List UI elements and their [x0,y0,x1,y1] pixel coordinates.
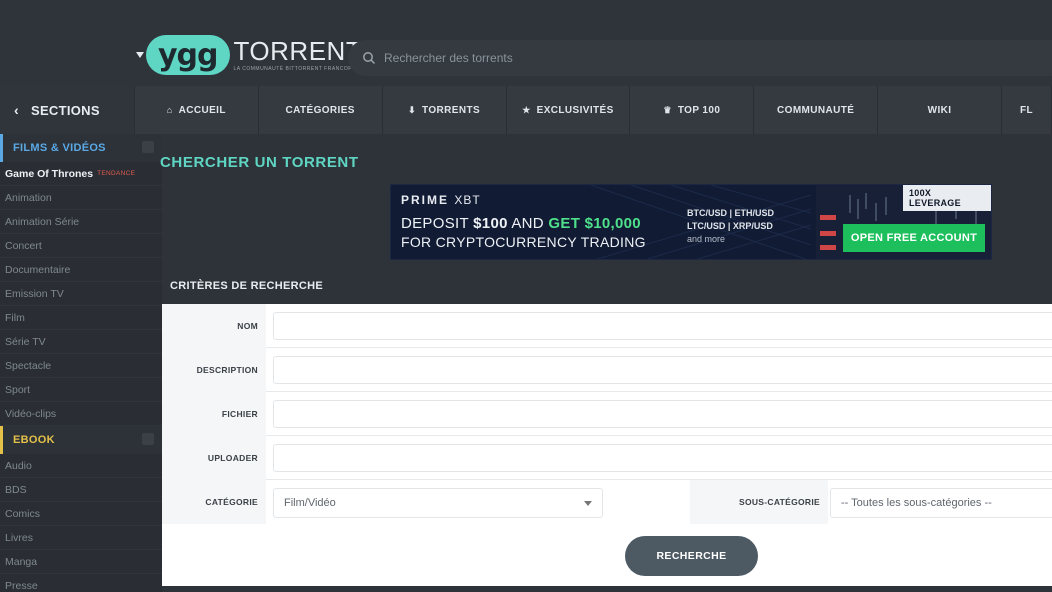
ad-brand: PRIME XBT [401,193,481,207]
nav-wiki[interactable]: WIKI [878,86,1003,134]
sidebar-item[interactable]: Audio [0,454,162,478]
sidebar-item[interactable]: Manga [0,550,162,574]
ad-leverage-badge: 100X LEVERAGE [903,185,991,211]
sidebar-item[interactable]: Comics [0,502,162,526]
header: ygg TORRENT LA COMMUNAUTÉ BITTORRENT FRA… [0,0,1052,86]
file-input[interactable] [273,400,1052,428]
logo-triangle-icon [136,52,144,58]
sections-toggle[interactable]: ‹ SECTIONS [0,86,135,134]
collapse-icon[interactable] [142,433,154,445]
sections-label: SECTIONS [30,102,100,118]
sidebar-item[interactable]: Emission TV [0,282,162,306]
star-icon: ★ [522,104,531,115]
ad-subline: FOR CRYPTOCURRENCY TRADING [401,234,646,250]
description-input[interactable] [273,356,1052,384]
page-title: CHERCHER UN TORRENT [160,154,359,171]
search-icon [363,52,376,65]
file-label: FICHIER [162,392,266,436]
logo-tagline: LA COMMUNAUTÉ BITTORRENT FRANCOPHONE [233,66,369,72]
subcategory-select[interactable]: -- Toutes les sous-catégories -- [830,488,1052,518]
sidebar-item[interactable]: Spectacle [0,354,162,378]
ad-pairs: BTC/USD | ETH/USD LTC/USD | XRP/USD and … [687,208,775,244]
ad-open-account-button[interactable]: OPEN FREE ACCOUNT [843,224,985,252]
sidebar-item[interactable]: Animation Série [0,210,162,234]
logo-mark: ygg [146,35,230,75]
form-row-file: FICHIER [162,392,1052,436]
sidebar-item[interactable]: Livres [0,526,162,550]
search-bar[interactable] [348,40,1052,76]
subcategory-label: SOUS-CATÉGORIE [690,480,828,524]
nav-torrents[interactable]: ⬇ TORRENTS [383,86,507,134]
description-label: DESCRIPTION [162,348,266,392]
sidebar-item[interactable]: Presse [0,574,162,592]
form-row-category: CATÉGORIE Film/Vidéo SOUS-CATÉGORIE -- T… [162,480,1052,524]
search-input[interactable] [384,51,984,65]
category-films-videos[interactable]: FILMS & VIDÉOS [0,134,162,162]
chevron-down-icon [584,501,592,506]
sidebar-item[interactable]: Concert [0,234,162,258]
site-logo[interactable]: ygg TORRENT LA COMMUNAUTÉ BITTORRENT FRA… [136,34,369,76]
nav-accueil[interactable]: ⌂ ACCUEIL [135,86,259,134]
nav-exclusivites[interactable]: ★ EXCLUSIVITÉS [507,86,631,134]
uploader-label: UPLOADER [162,436,266,480]
search-criteria-title: CRITÈRES DE RECHERCHE [170,280,323,292]
ad-headline: DEPOSIT $100 AND GET $10,000 [401,215,641,232]
category-label: CATÉGORIE [162,480,266,524]
search-button[interactable]: RECHERCHE [625,536,758,576]
tendance-badge: TENDANCE [97,170,136,177]
collapse-icon[interactable] [142,141,154,153]
download-icon: ⬇ [408,104,417,115]
uploader-input[interactable] [273,444,1052,472]
chevron-left-icon: ‹ [14,102,19,118]
category-ebook[interactable]: EBOOK [0,426,162,454]
category-select[interactable]: Film/Vidéo [273,488,603,518]
sidebar-item[interactable]: Vidéo-clips [0,402,162,426]
sidebar-item[interactable]: Documentaire [0,258,162,282]
nav-fl[interactable]: FL [1002,86,1052,134]
sidebar-item[interactable]: BDS [0,478,162,502]
trophy-icon: ♛ [663,104,672,115]
form-row-description: DESCRIPTION [162,348,1052,392]
main-content: CHERCHER UN TORRENT PRIME XBT DEPOSIT $1… [160,134,1052,592]
form-row-name: NOM [162,304,1052,348]
sidebar-item[interactable]: Sport [0,378,162,402]
sidebar-item[interactable]: Série TV [0,330,162,354]
sidebar-item-game-of-thrones[interactable]: Game Of Thrones TENDANCE [0,162,162,186]
sidebar: FILMS & VIDÉOS Game Of Thrones TENDANCE … [0,134,162,592]
name-input[interactable] [273,312,1052,340]
search-form: NOM DESCRIPTION FICHIER UPLOADER CATÉGOR… [162,304,1052,586]
form-row-uploader: UPLOADER [162,436,1052,480]
main-nav: ‹ SECTIONS ⌂ ACCUEIL CATÉGORIES ⬇ TORRENTS… [0,86,1052,134]
sidebar-item[interactable]: Film [0,306,162,330]
sidebar-item[interactable]: Animation [0,186,162,210]
home-icon: ⌂ [166,105,173,115]
nav-communaute[interactable]: COMMUNAUTÉ [754,86,879,134]
nav-categories[interactable]: CATÉGORIES [259,86,383,134]
name-label: NOM [162,304,266,348]
ad-banner[interactable]: PRIME XBT DEPOSIT $100 AND GET $10,000 F… [390,184,992,260]
nav-top100[interactable]: ♛ TOP 100 [630,86,755,134]
